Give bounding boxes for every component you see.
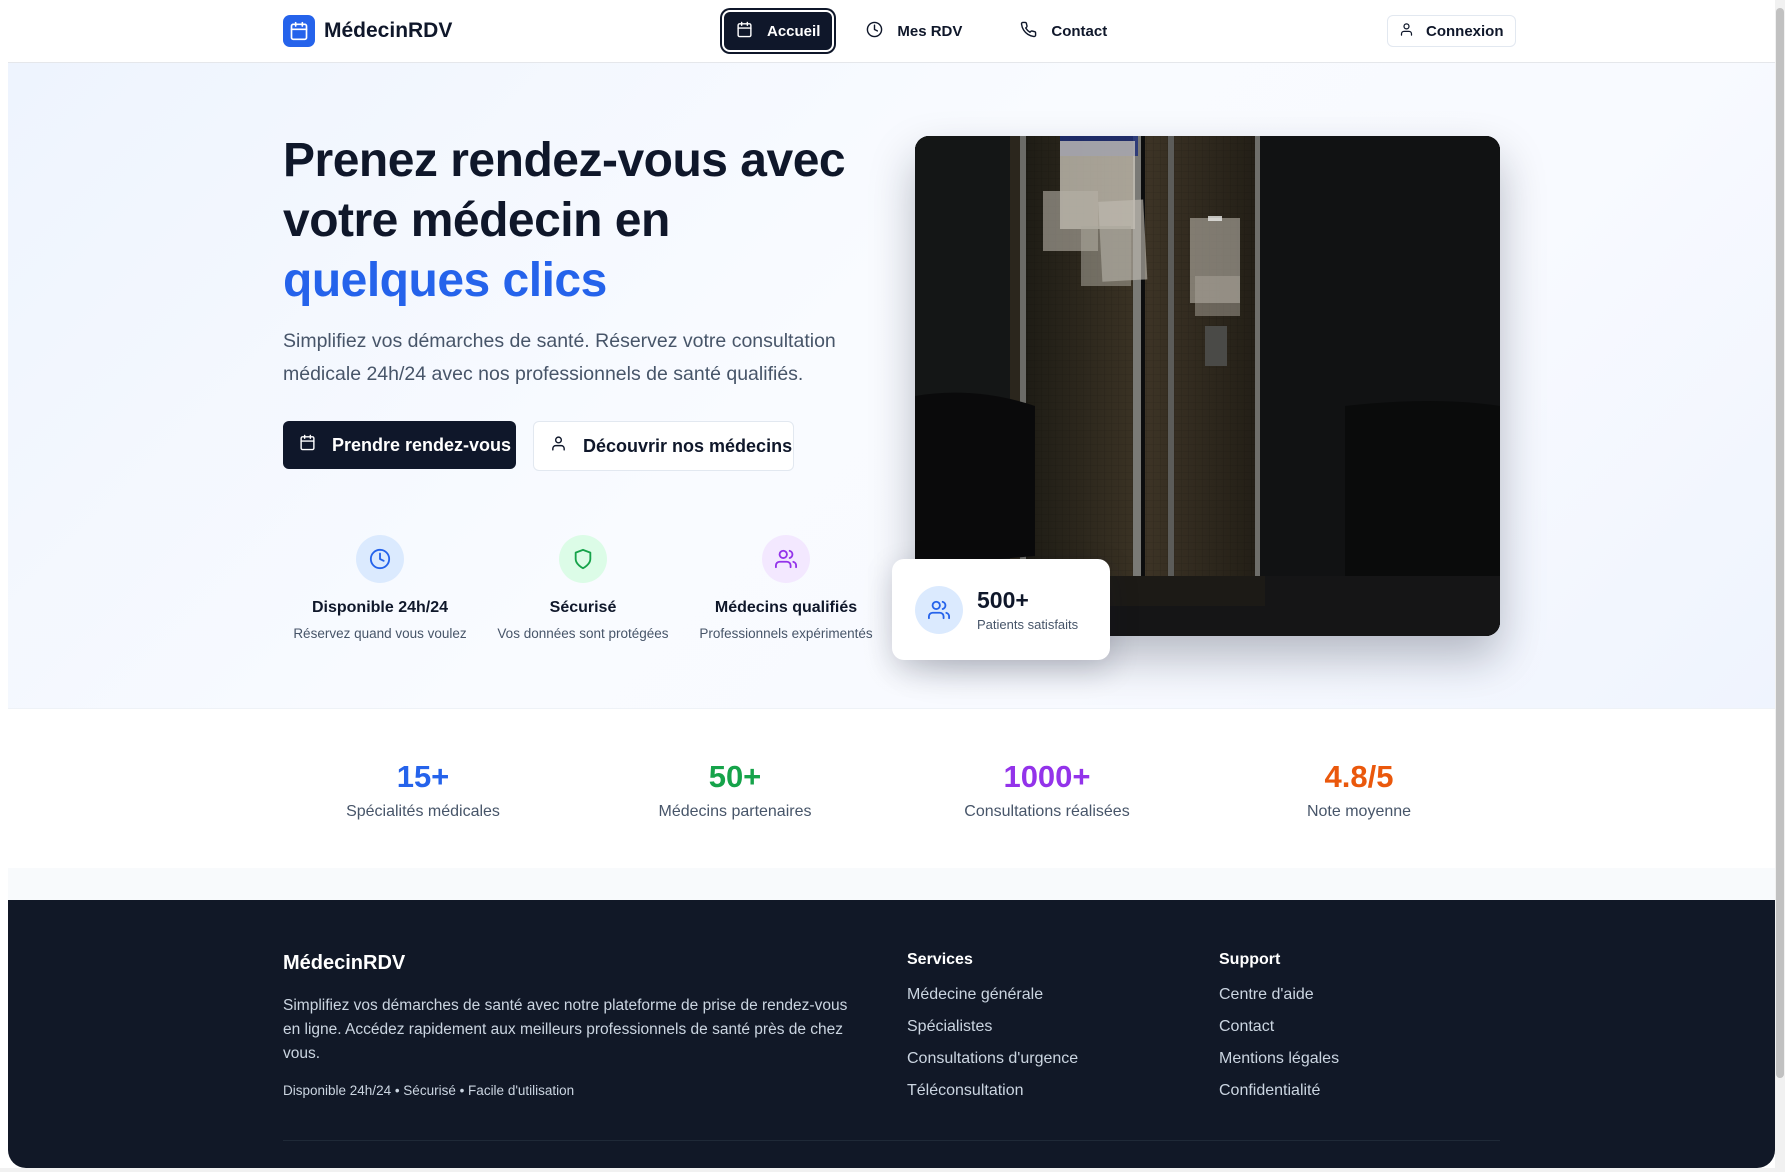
footer-column-title: Support <box>1219 951 1281 968</box>
stat-value: 50+ <box>708 759 762 794</box>
stat-label: Spécialités médicales <box>346 803 500 820</box>
calendar-icon <box>283 15 315 47</box>
hero-title-accent: quelques clics <box>283 254 607 307</box>
stats-section: 15+ Spécialités médicales 50+ Médecins p… <box>8 708 1775 868</box>
footer-link-help-center[interactable]: Centre d'aide <box>1219 986 1339 1018</box>
cta-secondary-label: Découvrir nos médecins <box>583 435 793 456</box>
feature-desc: Réservez quand vous voulez <box>293 626 467 641</box>
main-nav: Accueil Mes RDV Contact <box>724 12 1131 50</box>
shield-icon <box>559 535 607 583</box>
stat-value: 4.8/5 <box>1324 759 1394 794</box>
feature-desc: Vos données sont protégées <box>497 626 669 641</box>
users-icon <box>915 585 963 634</box>
stat-value: 15+ <box>396 759 450 794</box>
nav-label: Mes RDV <box>897 22 963 40</box>
scrollbar-thumb[interactable] <box>1776 8 1784 1078</box>
feature-title: Médecins qualifiés <box>714 599 858 616</box>
hero-title: Prenez rendez-vous avec votre médecin en… <box>283 131 883 311</box>
users-icon <box>550 435 567 457</box>
feature-list: Disponible 24h/24 Réservez quand vous vo… <box>283 535 893 655</box>
footer-support-column: Support Centre d'aide Contact Mentions l… <box>1219 951 1339 1114</box>
cta-primary-label: Prendre rendez-vous <box>332 434 512 455</box>
clock-icon <box>866 21 883 42</box>
feature-desc: Professionnels expérimentés <box>699 626 873 641</box>
footer-link-emergency[interactable]: Consultations d'urgence <box>907 1050 1078 1082</box>
hero-title-line2: votre médecin en <box>283 194 670 247</box>
footer: MédecinRDV Simplifiez vos démarches de s… <box>8 900 1775 1168</box>
footer-link-specialists[interactable]: Spécialistes <box>907 1018 1078 1050</box>
nav-accueil[interactable]: Accueil <box>724 12 833 50</box>
stat-consultations: 1000+ Consultations réalisées <box>927 759 1167 821</box>
stat-value: 1000+ <box>1003 759 1091 794</box>
footer-link-contact[interactable]: Contact <box>1219 1018 1339 1050</box>
stat-doctors: 50+ Médecins partenaires <box>615 759 855 821</box>
patients-stat-card: 500+ Patients satisfaits <box>892 559 1110 660</box>
footer-link-general-medicine[interactable]: Médecine générale <box>907 986 1078 1018</box>
hero-subtitle: Simplifiez vos démarches de santé. Réser… <box>283 330 836 385</box>
feature-qualified: Médecins qualifiés Professionnels expéri… <box>686 535 886 641</box>
footer-link-privacy[interactable]: Confidentialité <box>1219 1082 1339 1114</box>
stat-label: Consultations réalisées <box>964 803 1130 820</box>
footer-brand: MédecinRDV <box>283 952 406 974</box>
footer-services-column: Services Médecine générale Spécialistes … <box>907 951 1078 1114</box>
book-appointment-button[interactable]: Prendre rendez-vous <box>283 421 516 469</box>
footer-link-legal[interactable]: Mentions légales <box>1219 1050 1339 1082</box>
stat-label: Médecins partenaires <box>658 803 812 820</box>
patients-label: Patients satisfaits <box>977 617 1079 632</box>
nav-contact[interactable]: Contact <box>996 12 1131 50</box>
app-frame: MédecinRDV Accueil Mes RDV Contact Conne… <box>8 0 1775 1168</box>
patients-count: 500+ <box>977 587 1029 613</box>
calendar-icon <box>736 21 753 42</box>
footer-description: Simplifiez vos démarches de santé avec n… <box>283 997 848 1062</box>
users-icon <box>762 535 810 583</box>
footer-link-teleconsultation[interactable]: Téléconsultation <box>907 1082 1078 1114</box>
brand-logo[interactable]: MédecinRDV <box>283 15 452 47</box>
feature-secure: Sécurisé Vos données sont protégées <box>483 535 683 641</box>
window-bottom-edge <box>0 1168 1785 1172</box>
brand-name: MédecinRDV <box>324 19 453 42</box>
footer-column-title: Services <box>907 951 973 968</box>
stat-label: Note moyenne <box>1306 803 1412 820</box>
nav-label: Contact <box>1051 22 1108 40</box>
hero-section: Prenez rendez-vous avec votre médecin en… <box>8 63 1775 708</box>
user-icon <box>1399 22 1414 41</box>
nav-mes-rdv[interactable]: Mes RDV <box>842 12 986 50</box>
nav-label: Accueil <box>767 22 821 40</box>
feature-title: Disponible 24h/24 <box>311 599 449 616</box>
stat-specialties: 15+ Spécialités médicales <box>303 759 543 821</box>
clock-icon <box>356 535 404 583</box>
footer-tagline: Disponible 24h/24 • Sécurisé • Facile d'… <box>283 1083 575 1098</box>
login-label: Connexion <box>1426 22 1504 40</box>
feature-title: Sécurisé <box>549 599 617 616</box>
login-button[interactable]: Connexion <box>1387 15 1516 47</box>
feature-available: Disponible 24h/24 Réservez quand vous vo… <box>280 535 480 641</box>
stat-rating: 4.8/5 Note moyenne <box>1239 759 1479 821</box>
navbar: MédecinRDV Accueil Mes RDV Contact Conne… <box>8 0 1775 63</box>
footer-divider <box>283 1140 1500 1141</box>
calendar-icon <box>299 434 316 456</box>
discover-doctors-button[interactable]: Découvrir nos médecins <box>533 421 794 471</box>
phone-icon <box>1020 21 1037 42</box>
hero-title-line1: Prenez rendez-vous avec <box>283 134 846 187</box>
section-spacer <box>8 868 1775 900</box>
page-scrollbar[interactable] <box>1775 0 1785 1172</box>
